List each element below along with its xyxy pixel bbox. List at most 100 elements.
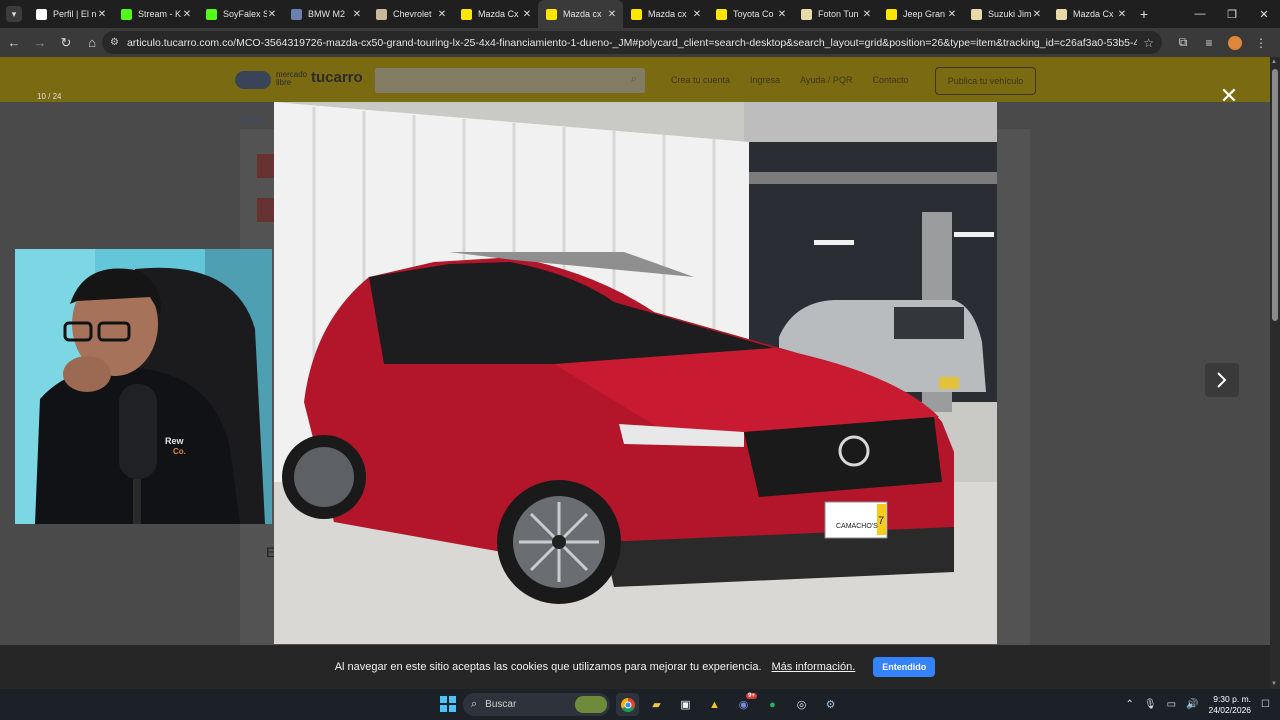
browser-tab[interactable]: Suzuki Jim ✕	[963, 0, 1048, 28]
forward-icon[interactable]: →	[28, 31, 52, 55]
browser-tab[interactable]: Chevrolet ✕	[368, 0, 453, 28]
search-highlight-image	[575, 696, 607, 713]
browser-tab[interactable]: Perfil | El n ✕	[28, 0, 113, 28]
mercadolibre-logo[interactable]	[235, 71, 271, 89]
spotify-icon[interactable]: ●	[761, 693, 784, 716]
close-tab-icon[interactable]: ✕	[947, 9, 957, 20]
close-tab-icon[interactable]: ✕	[777, 9, 787, 20]
site-nav-link[interactable]: Contacto	[872, 75, 908, 85]
bookmark-star-icon[interactable]: ☆	[1143, 36, 1154, 50]
tab-title: Jeep Gran	[903, 9, 946, 19]
windows-start-icon[interactable]	[440, 696, 456, 712]
discord-icon[interactable]: ◉ 9+	[732, 693, 757, 716]
browser-tab[interactable]: Mazda cx ✕	[538, 0, 623, 28]
tab-title: Perfil | El n	[53, 9, 97, 19]
site-nav: Crea tu cuenta Ingresa Ayuda / PQR Contacto	[671, 75, 908, 85]
warning-app-icon[interactable]: ▲	[703, 693, 726, 716]
window-controls: — ❐ ✕	[1184, 0, 1280, 28]
volume-icon[interactable]: 🔊	[1186, 699, 1198, 710]
store-icon[interactable]: ▣	[674, 693, 697, 716]
cookie-more-info-link[interactable]: Más información.	[772, 661, 856, 673]
back-icon[interactable]: ←	[2, 31, 26, 55]
close-tab-icon[interactable]: ✕	[607, 9, 617, 20]
browser-tab[interactable]: SoyFalex S ✕	[198, 0, 283, 28]
tucarro-logo[interactable]: tucarro	[311, 69, 363, 86]
site-search-input[interactable]: ⌕	[375, 68, 645, 93]
gallery-thumbnail[interactable]	[257, 198, 275, 222]
tray-expand-icon[interactable]: ⌃	[1125, 699, 1133, 710]
shirt-text-2: Co.	[173, 447, 186, 456]
network-icon[interactable]: ▭	[1167, 699, 1176, 710]
close-tab-icon[interactable]: ✕	[692, 9, 702, 20]
clock[interactable]: 9:30 p. m. 24/02/2026	[1208, 694, 1251, 716]
close-tab-icon[interactable]: ✕	[267, 9, 277, 20]
menu-icon[interactable]: ⋮	[1248, 31, 1274, 54]
file-explorer-icon[interactable]: ▰	[645, 693, 668, 716]
browser-tab[interactable]: Stream - K ✕	[113, 0, 198, 28]
shirt-text-1: Rew	[165, 436, 185, 446]
profile-avatar[interactable]	[1228, 35, 1242, 50]
browser-tab[interactable]: Toyota Co ✕	[708, 0, 793, 28]
page-scrollbar[interactable]: ▲ ▼	[1270, 57, 1280, 689]
tab-favicon-icon	[716, 8, 727, 20]
taskbar-search[interactable]: ⌕ Buscar	[463, 693, 610, 716]
obs-icon[interactable]: ◎	[790, 693, 813, 716]
notifications-icon[interactable]: ☐	[1261, 699, 1270, 710]
tab-favicon-icon	[121, 8, 132, 20]
gallery-thumbnail[interactable]	[257, 154, 275, 178]
close-tab-icon[interactable]: ✕	[352, 9, 362, 20]
taskbar-search-placeholder: Buscar	[485, 699, 517, 710]
next-image-button[interactable]	[1205, 363, 1239, 397]
address-bar[interactable]: ⚙ articulo.tucarro.com.co/MCO-3564319726…	[102, 31, 1162, 54]
tab-favicon-icon	[631, 8, 642, 20]
settings-gear-icon[interactable]: ⚙	[819, 693, 842, 716]
scroll-down-icon[interactable]: ▼	[1271, 681, 1277, 687]
close-lightbox-icon[interactable]: ✕	[1218, 85, 1240, 108]
tab-favicon-icon	[546, 8, 557, 20]
scroll-up-icon[interactable]: ▲	[1271, 59, 1277, 65]
tab-favicon-icon	[461, 8, 472, 20]
close-tab-icon[interactable]: ✕	[1117, 9, 1127, 20]
reading-list-icon[interactable]: ≡	[1196, 31, 1222, 54]
new-tab-icon[interactable]: +	[1133, 6, 1155, 22]
tab-search-icon[interactable]: ▾	[6, 6, 22, 22]
browser-tab[interactable]: Mazda Cx ✕	[1048, 0, 1133, 28]
site-nav-link[interactable]: Ingresa	[750, 75, 780, 85]
browser-tab[interactable]: Mazda Cx ✕	[453, 0, 538, 28]
close-tab-icon[interactable]: ✕	[522, 9, 532, 20]
taskbar: ⌕ Buscar ▰ ▣ ▲ ◉ 9+ ● ◎ ⚙ ⌃ 🎙 ▭ 🔊 9:30 p.…	[0, 689, 1280, 720]
close-tab-icon[interactable]: ✕	[862, 9, 872, 20]
restore-icon[interactable]: ❐	[1216, 0, 1248, 28]
tab-strip: ▾ Perfil | El n ✕ Stream - K ✕ SoyFalex S ✕ BM…	[0, 0, 1280, 28]
site-nav-link[interactable]: Crea tu cuenta	[671, 75, 730, 85]
minimize-icon[interactable]: —	[1184, 0, 1216, 28]
site-info-icon[interactable]: ⚙	[110, 37, 119, 48]
reload-icon[interactable]: ↻	[54, 31, 78, 55]
publish-vehicle-button[interactable]: Publica tu vehículo	[935, 67, 1036, 95]
close-window-icon[interactable]: ✕	[1248, 0, 1280, 28]
browser-tab[interactable]: Mazda cx ✕	[623, 0, 708, 28]
image-counter: 10 / 24	[37, 92, 62, 101]
cookie-message: Al navegar en este sitio aceptas las coo…	[334, 661, 762, 673]
scrollbar-thumb[interactable]	[1272, 69, 1278, 321]
browser-tab[interactable]: Jeep Gran ✕	[878, 0, 963, 28]
close-tab-icon[interactable]: ✕	[182, 9, 192, 20]
chrome-icon[interactable]	[616, 693, 639, 716]
site-nav-link[interactable]: Ayuda / PQR	[800, 75, 852, 85]
close-tab-icon[interactable]: ✕	[437, 9, 447, 20]
tab-title: Chevrolet	[393, 9, 432, 19]
extensions-icon[interactable]: ⧉	[1170, 31, 1196, 54]
clock-time: 9:30 p. m.	[1213, 693, 1252, 704]
tab-title: Suzuki Jim	[988, 9, 1032, 19]
search-icon: ⌕	[630, 73, 637, 85]
cookie-banner: Al navegar en este sitio aceptas las coo…	[0, 645, 1270, 689]
cookie-accept-button[interactable]: Entendido	[873, 657, 936, 677]
close-tab-icon[interactable]: ✕	[1032, 9, 1042, 20]
browser-tab[interactable]: BMW M2 ✕	[283, 0, 368, 28]
microphone-icon[interactable]: 🎙	[1144, 699, 1157, 710]
close-tab-icon[interactable]: ✕	[97, 9, 107, 20]
browser-tab[interactable]: Foton Tun ✕	[793, 0, 878, 28]
tab-favicon-icon	[971, 8, 982, 20]
home-icon[interactable]: ⌂	[80, 31, 104, 55]
breadcrumb[interactable]: Volver	[240, 114, 265, 124]
